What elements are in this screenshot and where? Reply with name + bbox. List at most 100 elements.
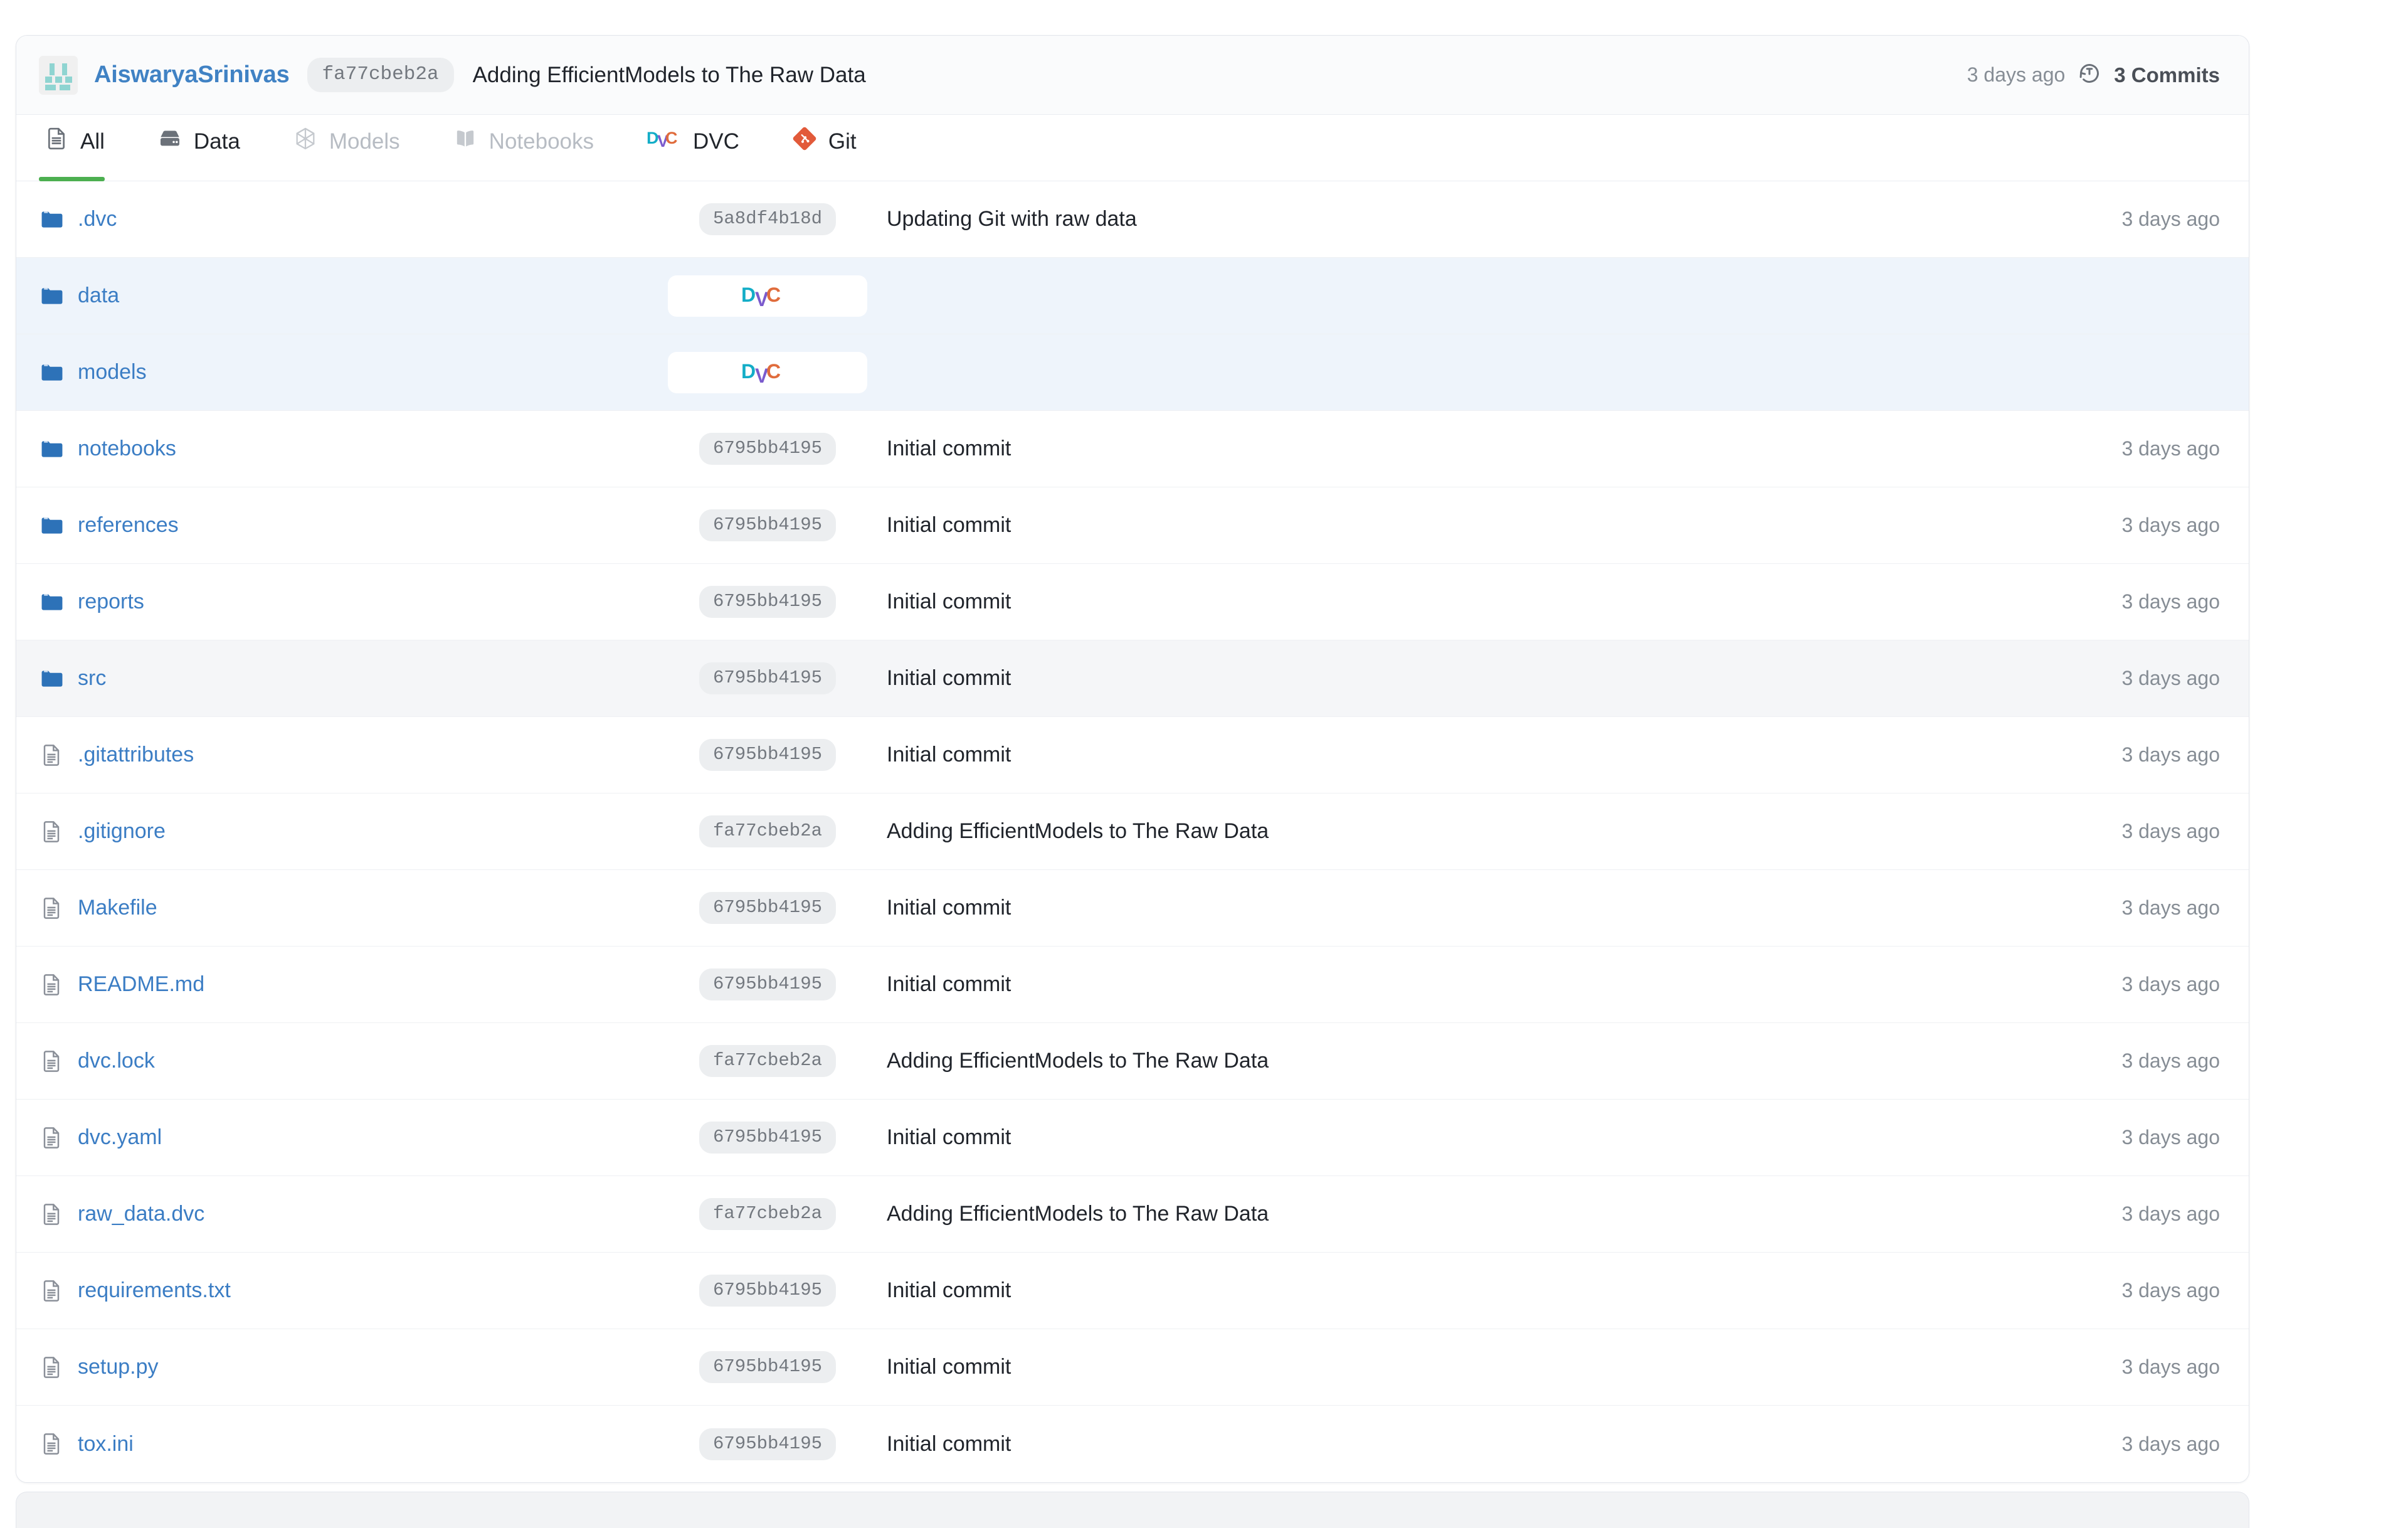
commit-badge-cell: 5a8df4b18d (667, 203, 868, 235)
commit-hash-pill[interactable]: 6795bb4195 (699, 892, 837, 924)
file-list: .dvc 5a8df4b18d Updating Git with raw data… (16, 181, 2249, 1482)
header-commit-hash[interactable]: fa77cbeb2a (307, 58, 454, 92)
file-row[interactable]: .gitattributes 6795bb4195 Initial commit 3 … (16, 717, 2249, 793)
repository-card: AiswaryaSrinivas fa77cbeb2a Adding Effic… (16, 35, 2249, 1483)
commit-message: Initial commit (887, 666, 1011, 690)
updated-time: 3 days ago (2121, 1126, 2220, 1149)
tab-all-label: All (80, 129, 105, 154)
tab-all[interactable]: All (39, 115, 126, 181)
file-row[interactable]: tox.ini 6795bb4195 Initial commit 3 days ag… (16, 1406, 2249, 1482)
readme-panel-card (16, 1492, 2249, 1528)
commit-hash-pill[interactable]: 6795bb4195 (699, 1351, 837, 1383)
file-name-link[interactable]: tox.ini (78, 1432, 667, 1456)
svg-text:C: C (766, 360, 781, 383)
file-row[interactable]: Makefile 6795bb4195 Initial commit 3 days a… (16, 870, 2249, 947)
file-name-link[interactable]: raw_data.dvc (78, 1202, 667, 1226)
file-row[interactable]: reports 6795bb4195 Initial commit 3 days ag… (16, 564, 2249, 640)
commit-badge-cell: 6795bb4195 (667, 968, 868, 1000)
dvc-tracked-badge-icon[interactable]: D V C (668, 351, 867, 393)
file-name-link[interactable]: .gitattributes (78, 743, 667, 767)
commit-message: Initial commit (887, 972, 1011, 996)
file-name-link[interactable]: .dvc (78, 207, 667, 231)
commit-badge-cell: 6795bb4195 (667, 586, 868, 618)
file-row[interactable]: dvc.yaml 6795bb4195 Initial commit 3 days a… (16, 1100, 2249, 1176)
tab-dvc[interactable]: D V C DVC (642, 115, 761, 181)
file-row[interactable]: notebooks 6795bb4195 Initial commit 3 days … (16, 411, 2249, 487)
commit-hash-pill[interactable]: 6795bb4195 (699, 1428, 837, 1460)
file-name-link[interactable]: src (78, 666, 667, 691)
document-icon (39, 1202, 68, 1227)
file-name-link[interactable]: Makefile (78, 896, 667, 920)
repo-author-name[interactable]: AiswaryaSrinivas (94, 61, 290, 88)
file-name-link[interactable]: references (78, 513, 667, 538)
file-row[interactable]: .dvc 5a8df4b18d Updating Git with raw data… (16, 181, 2249, 258)
commit-hash-pill[interactable]: fa77cbeb2a (699, 1045, 837, 1077)
document-icon (39, 743, 68, 768)
file-name-link[interactable]: data (78, 284, 667, 308)
tab-data[interactable]: Data (152, 115, 261, 181)
svg-text:C: C (665, 129, 678, 147)
commit-badge-cell: 6795bb4195 (667, 1351, 868, 1383)
commit-hash-pill[interactable]: 5a8df4b18d (699, 203, 837, 235)
updated-time: 3 days ago (2121, 1049, 2220, 1072)
commit-hash-pill[interactable]: 6795bb4195 (699, 1275, 837, 1307)
commit-hash-pill[interactable]: fa77cbeb2a (699, 1198, 837, 1230)
commits-count-label[interactable]: 3 Commits (2114, 63, 2220, 87)
file-row[interactable]: dvc.lock fa77cbeb2a Adding EfficientModels… (16, 1023, 2249, 1100)
commit-badge-cell: fa77cbeb2a (667, 815, 868, 847)
git-diamond-icon (792, 126, 817, 157)
commit-badge-cell: 6795bb4195 (667, 433, 868, 465)
commit-message: Initial commit (887, 590, 1011, 613)
file-name-link[interactable]: requirements.txt (78, 1278, 667, 1303)
file-name-link[interactable]: setup.py (78, 1355, 667, 1379)
commit-history-icon (2078, 61, 2101, 88)
commit-hash-pill[interactable]: 6795bb4195 (699, 662, 837, 694)
file-row[interactable]: references 6795bb4195 Initial commit 3 days… (16, 487, 2249, 564)
commit-hash-pill[interactable]: 6795bb4195 (699, 509, 837, 541)
file-name-link[interactable]: models (78, 360, 667, 385)
tab-git-label: Git (828, 129, 857, 154)
file-name-link[interactable]: dvc.lock (78, 1049, 667, 1073)
file-row[interactable]: src 6795bb4195 Initial commit 3 days ago (16, 640, 2249, 717)
file-name-link[interactable]: README.md (78, 972, 667, 997)
commit-hash-pill[interactable]: 6795bb4195 (699, 1122, 837, 1154)
file-name-link[interactable]: reports (78, 590, 667, 614)
file-row[interactable]: raw_data.dvc fa77cbeb2a Adding EfficientMo… (16, 1176, 2249, 1253)
tab-git[interactable]: Git (787, 115, 878, 181)
commit-message: Initial commit (887, 513, 1011, 537)
file-row[interactable]: .gitignore fa77cbeb2a Adding EfficientMode… (16, 793, 2249, 870)
updated-time: 3 days ago (2121, 667, 2220, 689)
tab-models[interactable]: Models (288, 115, 421, 181)
commit-message: Adding EfficientModels to The Raw Data (887, 1049, 1269, 1073)
tab-notebooks[interactable]: Notebooks (448, 115, 615, 181)
updated-time: 3 days ago (2121, 743, 2220, 766)
document-icon (39, 1049, 68, 1074)
dvc-tracked-badge-icon[interactable]: D V C (668, 275, 867, 317)
updated-time: 3 days ago (2121, 1432, 2220, 1455)
file-row[interactable]: setup.py 6795bb4195 Initial commit 3 days a… (16, 1329, 2249, 1406)
commit-badge-cell: 6795bb4195 (667, 1122, 868, 1154)
svg-text:C: C (766, 284, 781, 306)
file-name-link[interactable]: notebooks (78, 437, 667, 461)
commit-badge-cell: fa77cbeb2a (667, 1198, 868, 1230)
commit-hash-pill[interactable]: 6795bb4195 (699, 586, 837, 618)
file-row[interactable]: README.md 6795bb4195 Initial commit 3 days … (16, 947, 2249, 1023)
commit-hash-pill[interactable]: fa77cbeb2a (699, 815, 837, 847)
file-row[interactable]: data D V C (16, 258, 2249, 334)
updated-time: 3 days ago (2121, 437, 2220, 460)
document-icon (39, 1125, 68, 1150)
file-row[interactable]: models D V C (16, 334, 2249, 411)
file-name-link[interactable]: dvc.yaml (78, 1125, 667, 1150)
document-icon (39, 1431, 68, 1456)
document-icon (39, 896, 68, 921)
commit-hash-pill[interactable]: 6795bb4195 (699, 968, 837, 1000)
file-row[interactable]: requirements.txt 6795bb4195 Initial commit… (16, 1253, 2249, 1329)
file-lines-icon (44, 126, 69, 157)
file-name-link[interactable]: .gitignore (78, 819, 667, 844)
database-icon (157, 126, 182, 157)
commit-message: Initial commit (887, 1431, 1011, 1456)
open-book-icon (453, 126, 478, 157)
commit-hash-pill[interactable]: 6795bb4195 (699, 739, 837, 771)
header-time-ago: 3 days ago (1967, 63, 2066, 86)
commit-hash-pill[interactable]: 6795bb4195 (699, 433, 837, 465)
